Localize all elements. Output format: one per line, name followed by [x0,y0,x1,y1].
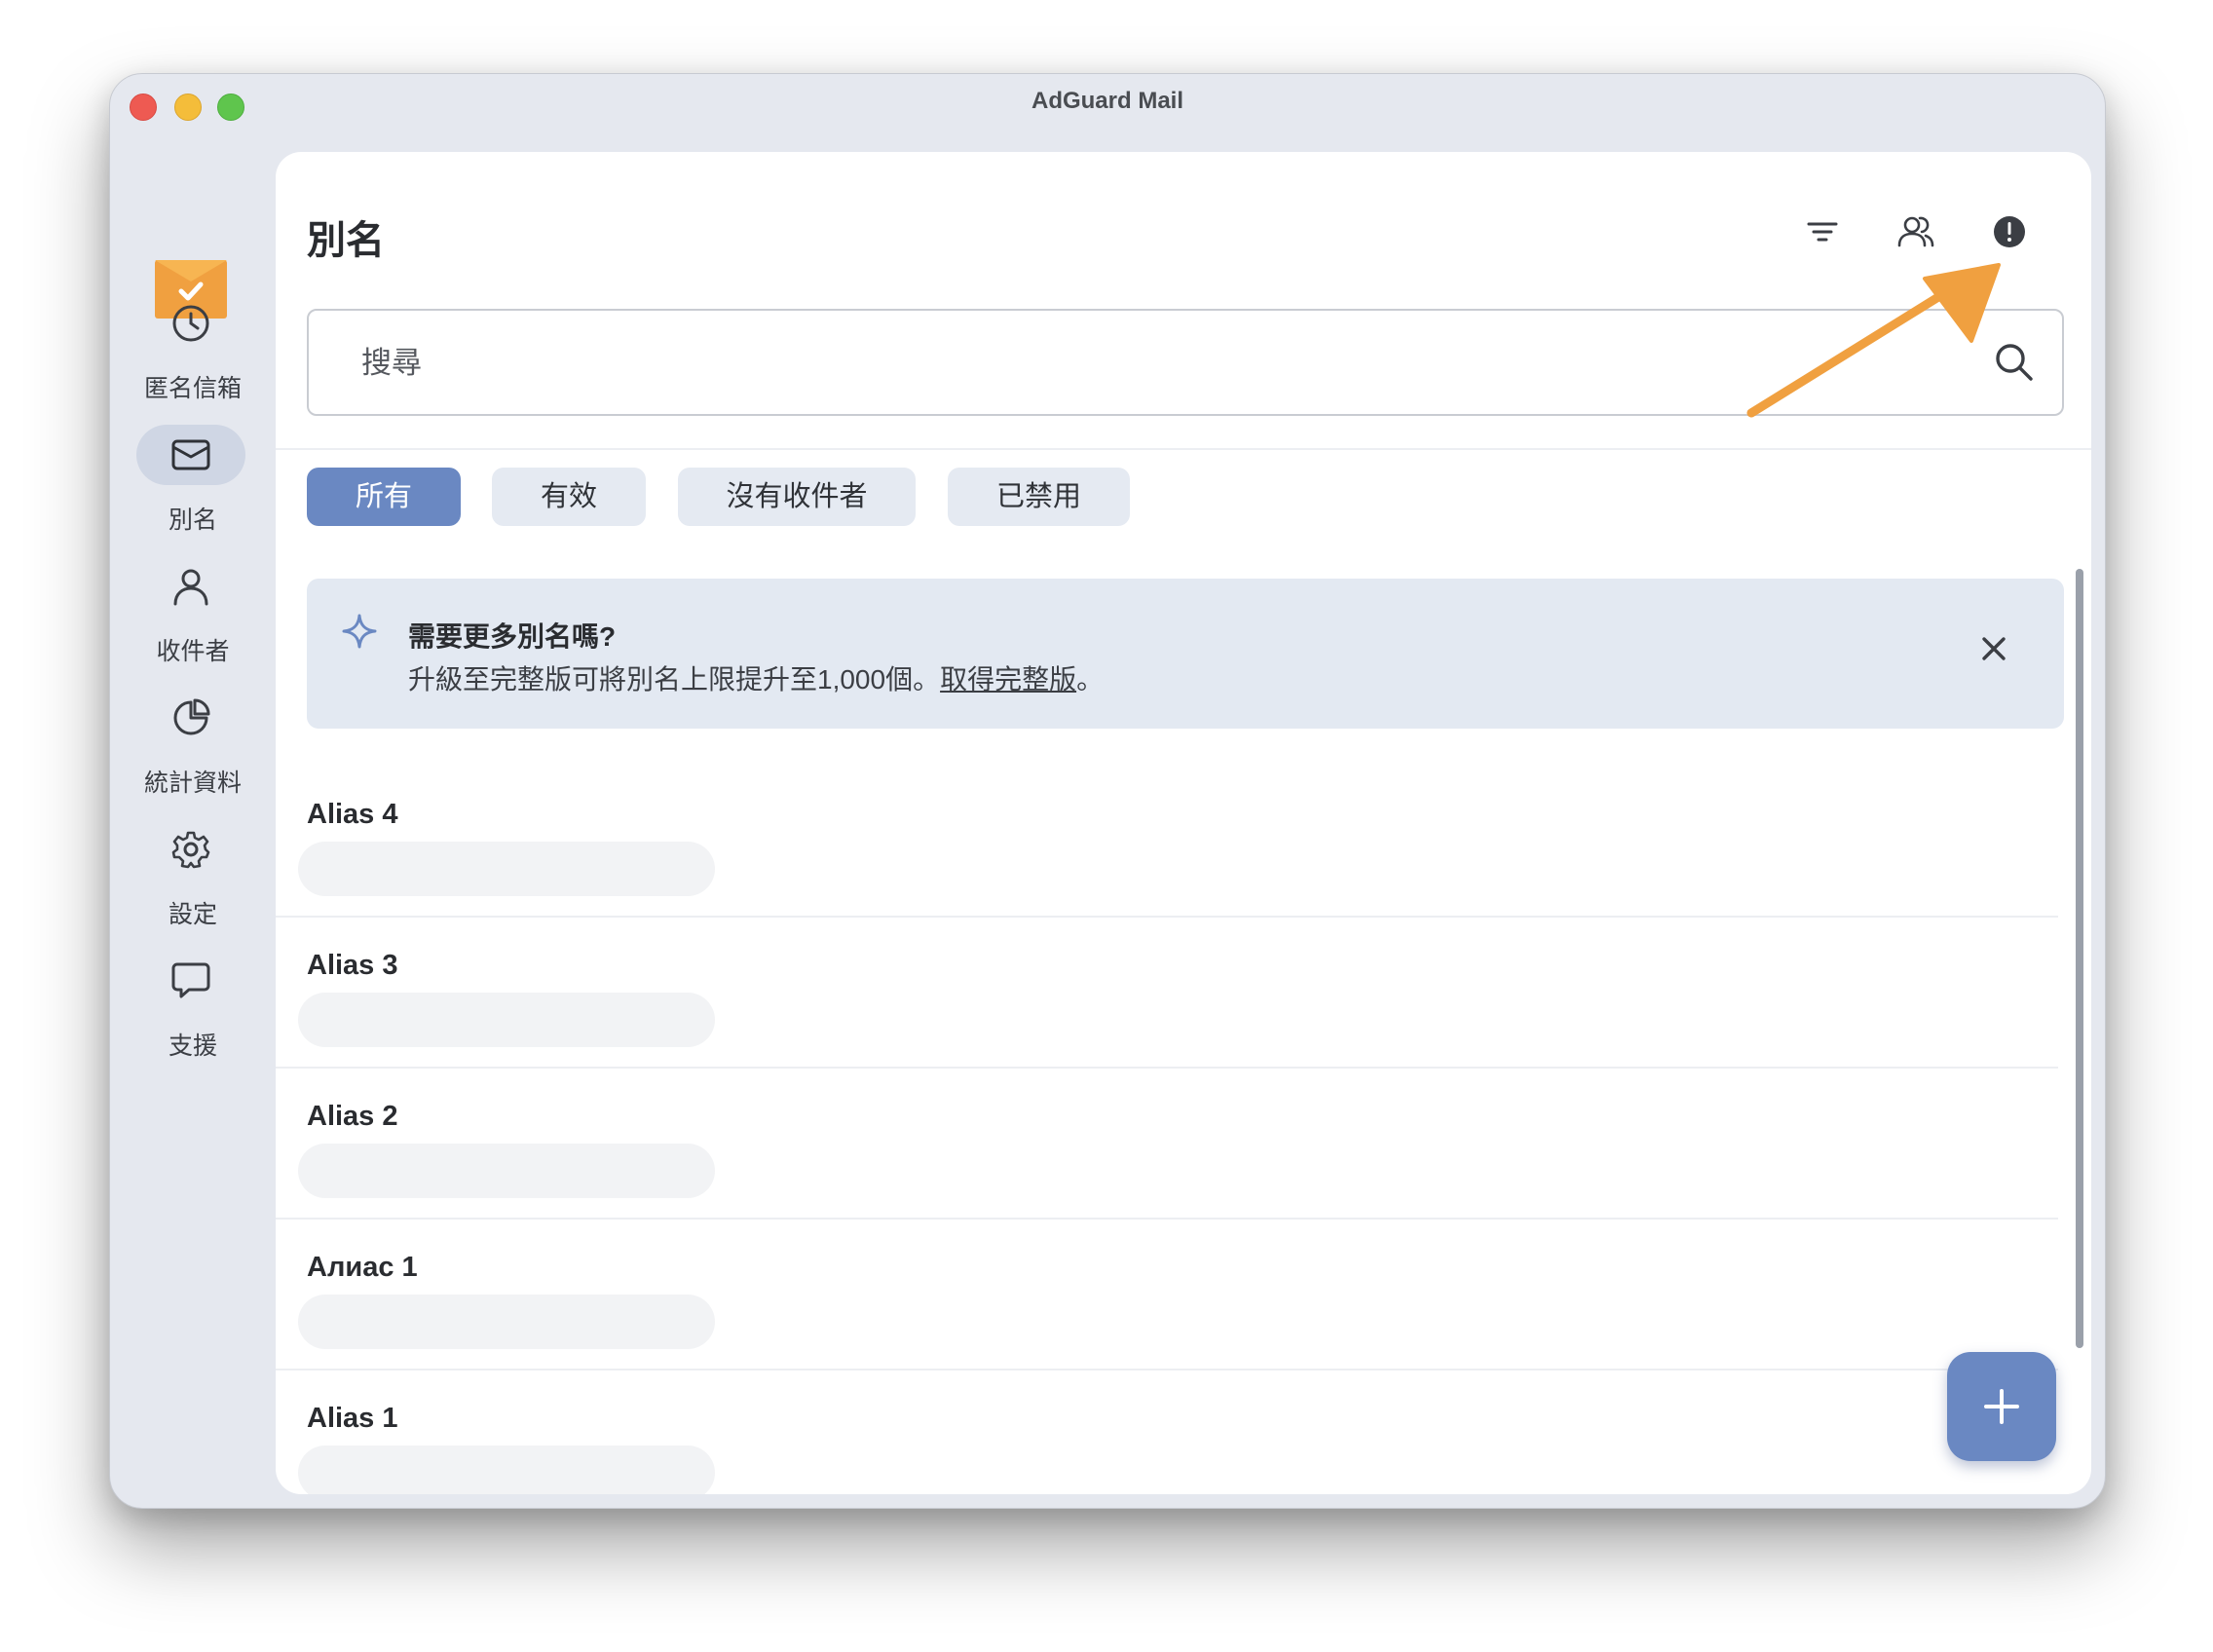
sidebar-item-label: 設定 [168,901,217,928]
alias-email-placeholder [298,1144,715,1198]
sidebar-item-label: 別名 [168,507,217,534]
sidebar-item-aliases[interactable]: 別名 [110,425,276,542]
alias-email-placeholder [298,842,715,896]
chat-bubble-icon [171,962,210,998]
search-box [307,309,2064,416]
person-icon [173,569,208,606]
clock-icon [172,305,209,342]
gear-icon [171,831,210,869]
alias-list-item[interactable]: Alias 3 [276,917,2058,1069]
plus-icon [1984,1389,2019,1424]
people-icon [1897,216,1934,247]
filter-icon [1807,222,1838,242]
sparkle-icon [342,614,377,649]
alias-name: Alias 1 [307,1403,398,1434]
alias-list-item[interactable]: Alias 4 [276,766,2058,918]
app-window: AdGuard Mail 匿名信箱 別名 收件者 統計資料 設定 支援 別名 搜… [109,73,2106,1509]
sidebar-item-anonymous-mailbox[interactable]: 匿名信箱 [110,293,276,410]
title-bar[interactable]: AdGuard Mail [110,74,2105,152]
sidebar-item-support[interactable]: 支援 [110,951,276,1068]
tab-no-recipients[interactable]: 沒有收件者 [678,468,916,526]
tab-active[interactable]: 有效 [492,468,646,526]
sidebar-item-label: 支援 [168,1032,217,1060]
get-full-version-link[interactable]: 取得完整版 [940,664,1076,695]
add-alias-button[interactable] [1947,1352,2056,1461]
alias-name: Алиас 1 [307,1252,418,1283]
tab-disabled[interactable]: 已禁用 [948,468,1130,526]
alias-email-placeholder [298,1295,715,1349]
window-title: AdGuard Mail [1031,88,1183,114]
envelope-icon [171,439,210,470]
header-divider [276,448,2091,450]
close-icon[interactable] [1980,635,2007,662]
banner-text-after: 。 [1076,664,1105,695]
alias-list-item[interactable]: Alias 2 [276,1068,2058,1220]
sidebar-item-label: 收件者 [156,638,230,665]
alias-email-placeholder [298,1446,715,1494]
search-icon[interactable] [1994,342,2035,383]
alias-list-item[interactable]: Алиас 1 [276,1219,2058,1370]
recipients-button[interactable] [1894,210,1937,253]
alias-name: Alias 4 [307,799,398,830]
pie-chart-icon [173,698,210,735]
scrollbar[interactable] [2076,569,2083,1348]
banner-text: 升級至完整版可將別名上限提升至1,000個。取得完整版。 [408,658,1104,697]
tab-all[interactable]: 所有 [307,468,461,526]
sidebar-item-label: 匿名信箱 [143,375,242,402]
sidebar-item-settings[interactable]: 設定 [110,819,276,936]
alias-name: Alias 3 [307,950,398,981]
filter-button[interactable] [1801,210,1844,253]
main-content: 別名 搜尋 所有 有效 沒有收件者 已禁用 需要更多別名嗎? 升級至完整版可將別… [276,152,2091,1494]
sidebar-item-recipients[interactable]: 收件者 [110,556,276,673]
exclamation-circle-icon [1994,216,2025,247]
sidebar-item-statistics[interactable]: 統計資料 [110,688,276,805]
info-button[interactable] [1988,210,2031,253]
alias-email-placeholder [298,993,715,1047]
upgrade-banner: 需要更多別名嗎? 升級至完整版可將別名上限提升至1,000個。取得完整版。 [307,579,2064,729]
alias-name: Alias 2 [307,1101,398,1132]
alias-list-item[interactable]: Alias 1 [276,1370,2058,1494]
search-input[interactable] [359,332,1922,394]
banner-title: 需要更多別名嗎? [408,621,617,652]
page-title: 別名 [307,219,385,262]
sidebar-item-label: 統計資料 [143,770,242,797]
sidebar: 匿名信箱 別名 收件者 統計資料 設定 支援 [110,152,276,1508]
banner-text-before: 升級至完整版可將別名上限提升至1,000個。 [408,664,941,695]
